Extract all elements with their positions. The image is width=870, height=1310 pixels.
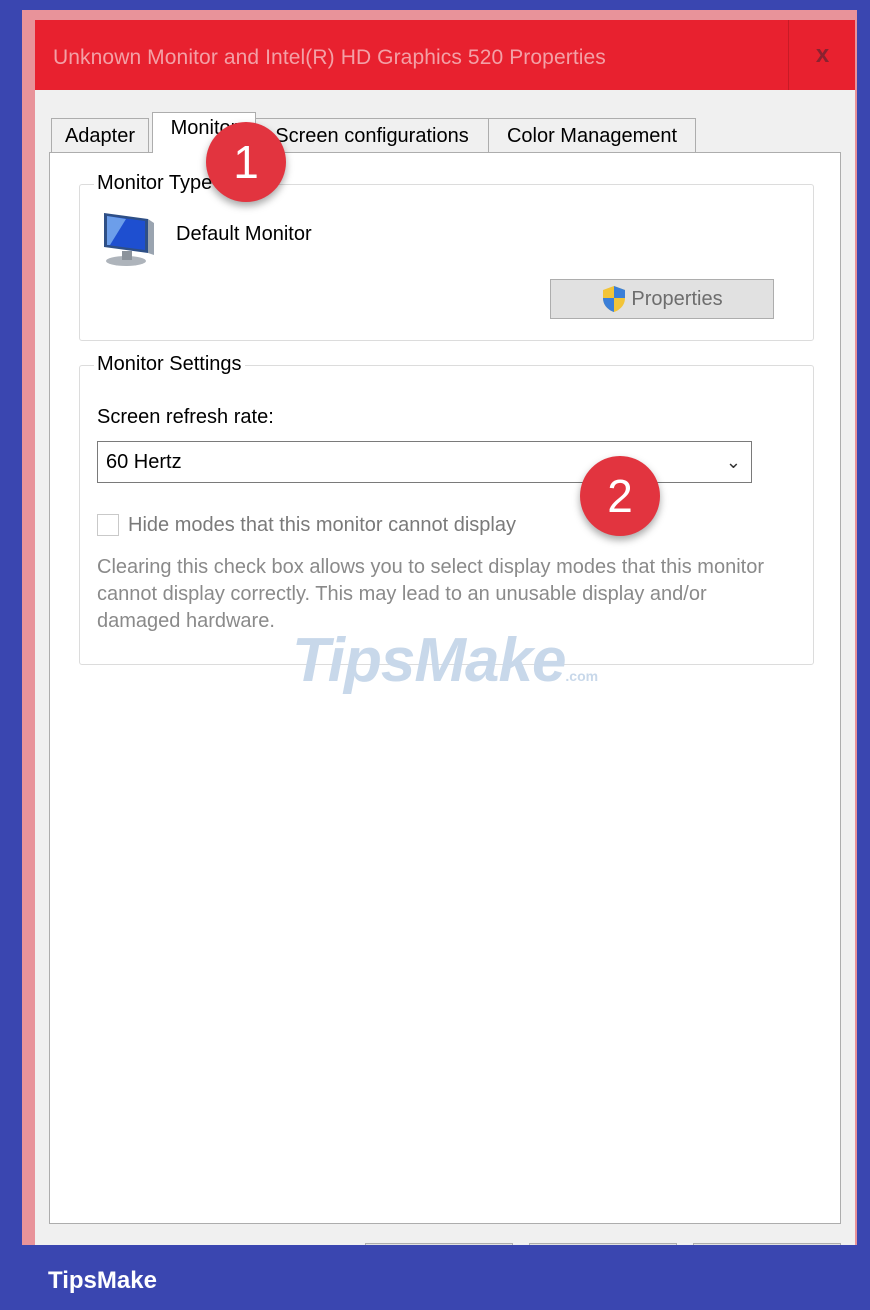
- monitor-settings-group: Monitor Settings Screen refresh rate: 60…: [79, 353, 814, 665]
- refresh-rate-value: 60 Hertz: [106, 450, 182, 473]
- monitor-settings-legend: Monitor Settings: [94, 353, 245, 376]
- annotation-badge-2: 2: [580, 456, 660, 536]
- footer-brand: TipsMake: [48, 1267, 157, 1294]
- tab-screen-configurations[interactable]: Screen configurations: [255, 118, 489, 153]
- watermark-text: TipsMake: [292, 626, 566, 695]
- tab-color-management[interactable]: Color Management: [488, 118, 696, 153]
- chevron-down-icon: ⌄: [725, 452, 741, 472]
- shield-icon: [603, 286, 626, 312]
- properties-button[interactable]: Properties: [550, 279, 774, 319]
- monitor-name: Default Monitor: [176, 223, 312, 245]
- tab-adapter[interactable]: Adapter: [51, 118, 149, 153]
- properties-label: Properties: [631, 287, 723, 310]
- window-title: Unknown Monitor and Intel(R) HD Graphics…: [53, 46, 606, 69]
- monitor-icon: [104, 213, 154, 266]
- close-icon: x: [815, 41, 830, 68]
- hide-modes-label[interactable]: Hide modes that this monitor cannot disp…: [128, 514, 516, 537]
- refresh-rate-label: Screen refresh rate:: [97, 406, 274, 428]
- monitor-type-group: Monitor Type Default Monitor Properties: [79, 172, 814, 341]
- footer-bar: TipsMake: [0, 1245, 870, 1310]
- top-border: [0, 0, 870, 10]
- close-button[interactable]: x: [788, 20, 856, 90]
- watermark: TipsMake.com: [292, 625, 598, 696]
- monitor-type-legend: Monitor Type: [94, 172, 216, 195]
- watermark-suffix: .com: [565, 668, 599, 684]
- annotation-badge-1: 1: [206, 122, 286, 202]
- hide-modes-checkbox[interactable]: [97, 514, 119, 536]
- title-bar[interactable]: Unknown Monitor and Intel(R) HD Graphics…: [35, 20, 855, 90]
- hide-modes-description: Clearing this check box allows you to se…: [97, 556, 764, 632]
